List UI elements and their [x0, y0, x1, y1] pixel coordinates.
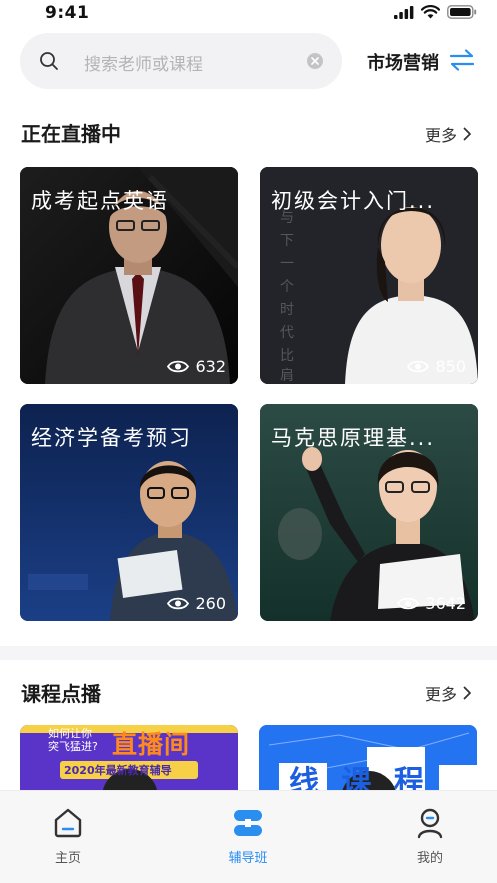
more-label: 更多 [425, 685, 458, 704]
tab-home[interactable]: 主页 [18, 807, 118, 866]
svg-text:比: 比 [280, 348, 294, 364]
status-bar: 9:41 [0, 0, 497, 28]
svg-text:一: 一 [280, 256, 294, 272]
status-time: 9:41 [45, 3, 90, 23]
chevron-right-icon [463, 686, 471, 700]
more-label: 更多 [425, 126, 458, 145]
view-count: 260 [167, 594, 226, 613]
category-label[interactable]: 市场营销 [367, 49, 439, 75]
view-count-value: 3642 [425, 594, 466, 613]
cover-headline: 直播间 [112, 730, 191, 759]
home-icon [54, 808, 82, 838]
wifi-icon [421, 5, 440, 19]
card-title: 成考起点英语 [31, 189, 169, 213]
section-divider [0, 646, 497, 660]
tab-label: 我的 [416, 851, 443, 866]
view-count: 850 [407, 357, 466, 376]
tab-bar: 主页 辅导班 我的 [0, 790, 497, 883]
svg-text:下: 下 [280, 233, 294, 249]
status-icons [394, 5, 477, 19]
view-count-value: 850 [435, 357, 466, 376]
live-card[interactable]: 经济学备考预习 260 [20, 404, 238, 621]
battery-icon [447, 5, 477, 19]
live-card[interactable]: 马克思原理基... 3642 [260, 404, 478, 621]
view-count: 3642 [397, 594, 466, 613]
live-more-link[interactable]: 更多 [425, 122, 472, 146]
svg-text:时: 时 [280, 302, 294, 318]
clear-icon[interactable] [306, 52, 324, 70]
tab-class[interactable]: 辅导班 [198, 807, 298, 866]
cellular-signal-icon [394, 5, 414, 19]
view-count-value: 260 [195, 594, 226, 613]
switch-arrows-icon[interactable] [449, 48, 475, 72]
cover-text-line2: 突飞猛进? [48, 740, 98, 753]
card-title: 经济学备考预习 [31, 426, 192, 450]
vod-section-title: 课程点播 [21, 682, 101, 706]
profile-icon [417, 808, 443, 839]
live-card[interactable]: 成考起点英语 632 [20, 167, 238, 384]
view-count: 632 [167, 357, 226, 376]
search-icon [40, 52, 58, 70]
tab-label: 主页 [54, 851, 81, 866]
svg-text:肩: 肩 [280, 368, 294, 384]
card-title: 马克思原理基... [271, 426, 436, 450]
svg-text:个: 个 [280, 279, 294, 295]
eye-icon [407, 360, 430, 373]
vod-course-card[interactable]: 线 课 程 [259, 725, 477, 795]
card-title: 初级会计入门... [271, 189, 436, 213]
view-count-value: 632 [195, 357, 226, 376]
live-card[interactable]: 与下一 个时代 比肩 初级会计入门... 850 [260, 167, 478, 384]
vod-more-link[interactable]: 更多 [425, 681, 472, 705]
vod-course-card[interactable]: 如何让你 突飞猛进? 直播间 2020年最新教育辅导 [20, 725, 238, 795]
class-icon [234, 810, 262, 836]
cover-banner: 2020年最新教育辅导 [64, 764, 172, 777]
live-section-title: 正在直播中 [21, 122, 121, 146]
search-input[interactable]: 搜索老师或课程 [20, 33, 342, 89]
eye-icon [167, 597, 190, 610]
eye-icon [167, 360, 190, 373]
tab-profile[interactable]: 我的 [380, 807, 480, 866]
search-placeholder: 搜索老师或课程 [84, 55, 203, 75]
svg-text:代: 代 [280, 325, 294, 341]
chevron-right-icon [463, 127, 471, 141]
eye-icon [397, 597, 420, 610]
tab-label: 辅导班 [228, 851, 268, 866]
